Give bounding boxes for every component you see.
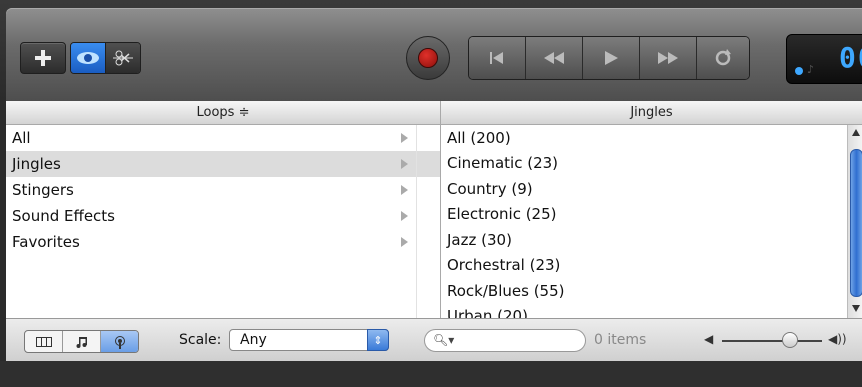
scroll-up-arrow-icon[interactable] xyxy=(852,129,860,136)
list-item-label: All (200) xyxy=(447,128,511,147)
loop-browser-button[interactable] xyxy=(71,43,106,73)
scroll-thumb[interactable] xyxy=(850,149,862,297)
rewind-icon xyxy=(544,52,564,64)
list-item[interactable]: Jazz (30) xyxy=(441,227,847,253)
browser-view-toggle xyxy=(24,330,139,353)
search-icon: 🔍︎▾ xyxy=(433,333,455,347)
list-item-label: Orchestral (23) xyxy=(447,256,561,275)
music-loops-button[interactable] xyxy=(63,331,101,352)
rewind-button[interactable] xyxy=(526,37,583,79)
scale-select[interactable]: Any ⇕ xyxy=(229,329,389,351)
items-count: 0 items xyxy=(594,332,647,348)
footer-strip xyxy=(0,361,862,387)
volume-high-icon: ◀)) xyxy=(828,332,847,346)
subcategory-list: All (200) Cinematic (23) Country (9) Ele… xyxy=(441,125,847,318)
disclosure-arrow-icon xyxy=(401,185,408,195)
category-list: All Jingles Stingers Sound Effects Favor… xyxy=(6,125,441,318)
list-item[interactable]: Country (9) xyxy=(441,176,847,202)
skip-start-icon xyxy=(490,52,503,64)
jingles-column-header[interactable]: Jingles xyxy=(441,101,862,125)
list-item[interactable]: Cinematic (23) xyxy=(441,151,847,177)
disclosure-arrow-icon xyxy=(401,211,408,221)
list-item-sound-effects[interactable]: Sound Effects xyxy=(6,203,440,229)
bottom-bar: Scale: Any ⇕ 🔍︎▾ 0 items ◀ ◀)) xyxy=(6,318,862,362)
list-item[interactable]: Rock/Blues (55) xyxy=(441,278,847,304)
loops-column-header[interactable]: Loops ≑ xyxy=(6,101,441,125)
column-divider xyxy=(416,125,417,318)
list-item-label: Country (9) xyxy=(447,179,533,198)
scale-selected-value: Any xyxy=(240,332,267,348)
disclosure-arrow-icon xyxy=(401,237,408,247)
list-item-label: Jingles xyxy=(12,155,61,173)
jingles-header-label: Jingles xyxy=(630,105,673,120)
loops-header-label: Loops ≑ xyxy=(196,105,250,120)
search-field[interactable]: 🔍︎▾ xyxy=(424,329,586,352)
eye-icon xyxy=(77,52,99,64)
cycle-button[interactable] xyxy=(697,37,749,79)
column-view-button[interactable] xyxy=(25,331,63,352)
list-item-label: Urban (20) xyxy=(447,307,528,318)
volume-slider-track[interactable] xyxy=(722,340,822,342)
disclosure-arrow-icon xyxy=(401,133,408,143)
lcd-digits: 00 xyxy=(839,41,862,74)
cycle-icon xyxy=(715,49,731,66)
podcast-sounds-button[interactable] xyxy=(101,331,138,352)
play-icon xyxy=(605,51,618,65)
volume-slider-knob[interactable] xyxy=(782,332,798,348)
vertical-scrollbar[interactable] xyxy=(847,125,862,318)
metronome-icon xyxy=(795,67,803,75)
toolbar-panel: ♪ 00 xyxy=(6,8,862,101)
list-item-label: All xyxy=(12,129,31,147)
disclosure-arrow-icon xyxy=(401,159,408,169)
list-item-label: Electronic (25) xyxy=(447,205,557,224)
record-button[interactable] xyxy=(406,36,450,80)
transport-controls xyxy=(468,36,750,80)
list-item-label: Favorites xyxy=(12,233,80,251)
toolbar: ♪ 00 xyxy=(0,0,862,101)
list-item-jingles[interactable]: Jingles xyxy=(6,151,440,177)
list-item[interactable]: All (200) xyxy=(441,125,847,151)
scroll-down-arrow-icon[interactable] xyxy=(852,305,860,312)
list-item-label: Stingers xyxy=(12,181,74,199)
go-to-start-button[interactable] xyxy=(469,37,526,79)
fast-forward-icon xyxy=(658,52,678,64)
view-toggle-group xyxy=(70,42,141,74)
list-item[interactable]: Orchestral (23) xyxy=(441,253,847,279)
volume-low-icon: ◀ xyxy=(704,332,714,346)
columns-icon xyxy=(35,336,52,347)
fast-forward-button[interactable] xyxy=(640,37,697,79)
music-note-icon xyxy=(76,336,87,348)
list-item-all[interactable]: All xyxy=(6,125,440,151)
scissors-icon xyxy=(113,50,133,66)
lcd-display[interactable]: ♪ 00 xyxy=(786,34,862,84)
list-item-label: Jazz (30) xyxy=(447,230,512,249)
list-item[interactable]: Urban (20) xyxy=(441,304,847,318)
editor-button[interactable] xyxy=(106,43,140,73)
record-icon xyxy=(418,48,438,68)
list-item[interactable]: Electronic (25) xyxy=(441,202,847,228)
scale-label: Scale: xyxy=(179,332,222,348)
plus-icon xyxy=(35,50,51,66)
list-item-label: Cinematic (23) xyxy=(447,154,559,173)
select-arrows-icon: ⇕ xyxy=(367,329,389,351)
list-item-label: Rock/Blues (55) xyxy=(447,281,565,300)
podcast-icon xyxy=(114,335,125,349)
add-track-button[interactable] xyxy=(20,42,66,74)
list-item-favorites[interactable]: Favorites xyxy=(6,229,440,255)
list-item-stingers[interactable]: Stingers xyxy=(6,177,440,203)
lcd-note-symbol: ♪ xyxy=(807,63,815,76)
list-item-label: Sound Effects xyxy=(12,207,115,225)
play-button[interactable] xyxy=(583,37,640,79)
